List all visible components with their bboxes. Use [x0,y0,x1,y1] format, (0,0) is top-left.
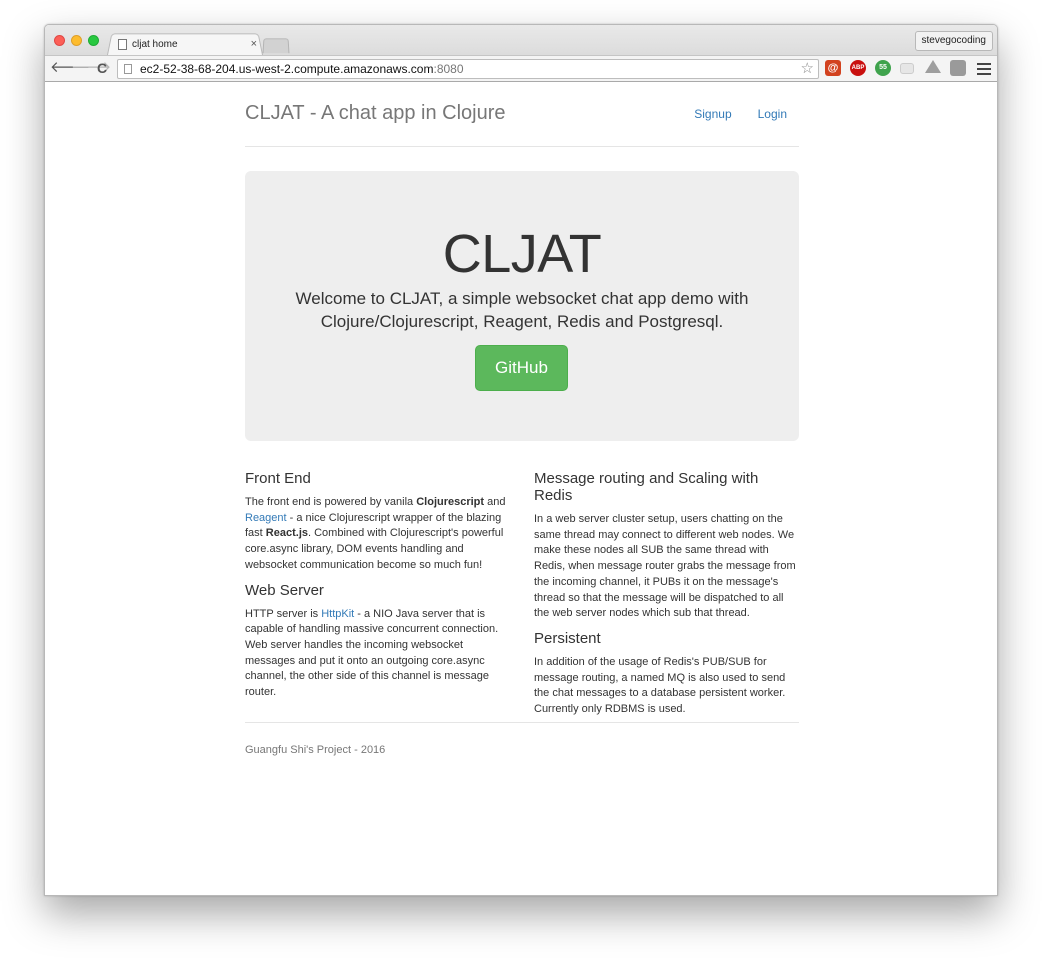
browser-tab-content[interactable]: cljat home × [115,34,261,54]
tab-title: cljat home [132,38,178,50]
email-extension-icon[interactable]: @ [825,60,841,76]
close-tab-icon[interactable]: × [251,38,257,50]
footer-text: Guangfu Shi's Project - 2016 [245,744,386,756]
login-link[interactable]: Login [758,107,787,121]
back-arrow-icon[interactable]: 🡐 [50,59,90,77]
reload-icon[interactable]: C [93,59,111,77]
new-tab-button[interactable] [262,38,290,54]
web-server-heading: Web Server [245,581,324,599]
front-end-heading: Front End [245,470,311,487]
page-content: CLJAT - A chat app in Clojure Signup Log… [45,82,997,895]
front-end-text: The front end is powered by vanila Cloju… [245,496,506,571]
forward-arrow-icon[interactable]: 🡒 [71,59,111,77]
browser-toolbar: 🡐 🡒 C ec2-52-38-68-204.us-west-2.compute… [45,55,997,82]
menu-icon[interactable] [977,60,991,78]
minimize-window-button[interactable] [71,35,82,46]
httpkit-link[interactable]: HttpKit [321,608,354,620]
persistent-heading: Persistent [534,629,601,647]
github-button[interactable]: GitHub [475,345,568,391]
profile-button[interactable]: stevegocoding [914,31,993,51]
url-host: ec2-52-38-68-204.us-west-2.compute.amazo… [140,62,434,76]
page-icon [124,64,132,74]
url-port: :8080 [433,62,464,76]
signup-link[interactable]: Signup [694,107,731,121]
jumbotron-lead: Welcome to CLJAT, a simple websocket cha… [295,289,749,331]
tab-bar: cljat home × stevegocoding [45,25,997,55]
bookmark-star-icon[interactable]: ☆ [801,60,814,78]
close-window-button[interactable] [54,35,65,46]
document-icon [118,38,127,50]
right-column: Message routing and Scaling with Redis I… [534,470,799,726]
address-bar[interactable]: ec2-52-38-68-204.us-west-2.compute.amazo… [117,59,819,79]
routing-heading: Message routing and Scaling with Redis [534,470,759,504]
routing-text: In a web server cluster setup, users cha… [534,513,796,620]
left-column: Front End The front end is powered by va… [245,470,510,709]
reagent-link[interactable]: Reagent [245,512,287,524]
jumbotron: CLJAT Welcome to CLJAT, a simple websock… [245,171,799,441]
adblock-extension-icon[interactable]: ABP [850,60,866,76]
zoom-window-button[interactable] [88,35,99,46]
apps-extension-icon[interactable] [950,60,966,76]
cast-extension-icon[interactable] [900,63,914,74]
header-nav: Signup Login [694,107,787,121]
browser-window: cljat home × stevegocoding 🡐 🡒 C ec2-52-… [44,24,998,896]
site-header: CLJAT - A chat app in Clojure Signup Log… [245,82,799,147]
web-server-text: HTTP server is HttpKit - a NIO Java serv… [245,607,499,699]
site-footer: Guangfu Shi's Project - 2016 [245,722,799,758]
hangouts-extension-icon[interactable]: 55 [875,60,891,76]
persistent-text: In addition of the usage of Redis's PUB/… [534,655,786,716]
site-brand: CLJAT - A chat app in Clojure [245,102,506,124]
drive-extension-icon[interactable] [925,60,941,73]
jumbotron-title: CLJAT [442,224,602,284]
